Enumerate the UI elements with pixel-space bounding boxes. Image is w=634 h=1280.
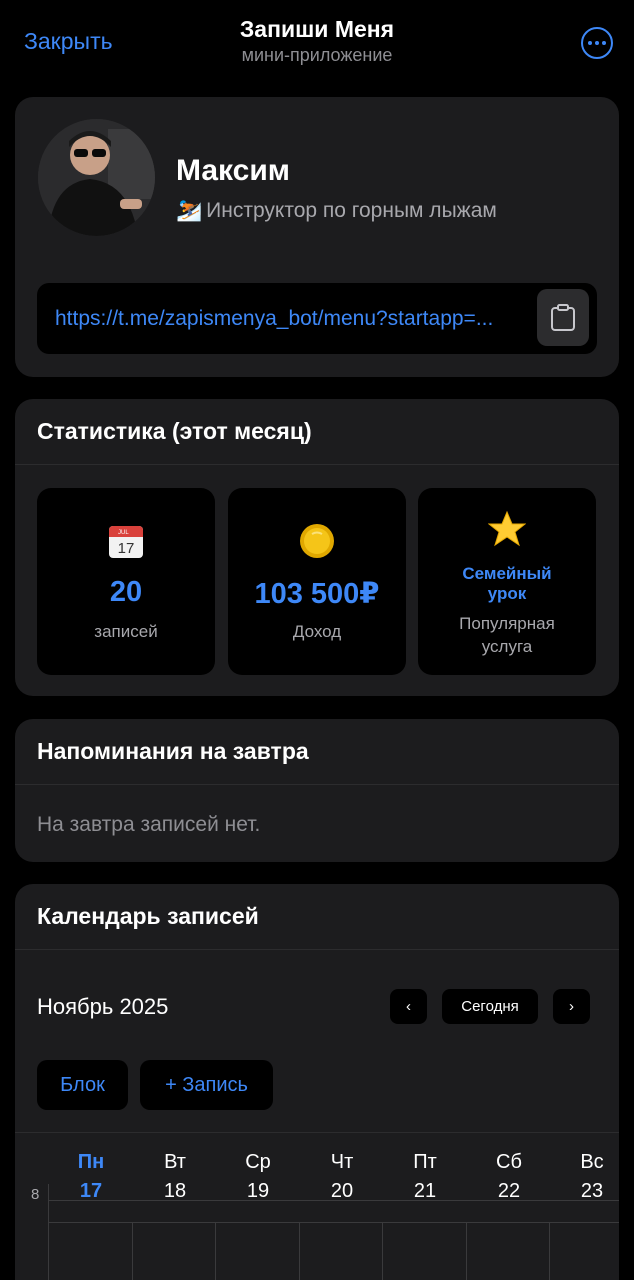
app-subtitle: мини-приложение [241, 45, 393, 65]
header-bar: Закрыть Запиши Меня мини-приложение [0, 0, 634, 86]
stats-card: Статистика (этот месяц) 17 JUL 20 записе… [15, 399, 619, 696]
calendar-card: Календарь записей Ноябрь 2025 ‹ Сегодня … [15, 884, 619, 1280]
day-column-mon[interactable]: Пн 17 [56, 1151, 126, 1203]
week-grid: Пн 17 Вт 18 Ср 19 Чт 20 Пт 21 Сб 22 Вс 2… [15, 1132, 619, 1280]
svg-text:JUL: JUL [118, 530, 129, 536]
stat-bookings: 17 JUL 20 записей [37, 488, 215, 675]
skier-icon: ⛷️ [176, 199, 203, 222]
day-column-thu[interactable]: Чт 20 [307, 1151, 377, 1203]
copy-link-button[interactable] [537, 289, 589, 346]
profile-role: ⛷️ Инструктор по горным лыжам [176, 199, 497, 223]
profile-name: Максим [176, 154, 290, 187]
grid-line [132, 1222, 133, 1280]
day-column-fri[interactable]: Пт 21 [390, 1151, 460, 1203]
copy-icon [551, 303, 575, 331]
day-name: Вс [580, 1151, 604, 1173]
day-name: Пт [413, 1151, 437, 1173]
day-column-sat[interactable]: Сб 22 [474, 1151, 544, 1203]
stat-income: 103 500₽ Доход [228, 488, 406, 675]
day-column-tue[interactable]: Вт 18 [140, 1151, 210, 1203]
stat-bookings-value: 20 [109, 576, 143, 608]
stat-popular-value: Семейный урок [462, 564, 552, 603]
coin-icon [228, 522, 406, 562]
grid-line [215, 1222, 216, 1280]
grid-line [48, 1222, 619, 1223]
day-column-wed[interactable]: Ср 19 [223, 1151, 293, 1203]
grid-line [549, 1222, 550, 1280]
day-column-sun[interactable]: Вс 23 [557, 1151, 619, 1203]
hour-label: 8 [31, 1186, 40, 1203]
day-name: Пн [77, 1151, 105, 1173]
grid-line [48, 1184, 49, 1280]
month-label: Ноябрь 2025 [37, 994, 169, 1019]
app-title: Запиши Меня [239, 16, 395, 42]
reminders-title: Напоминания на завтра [15, 719, 619, 785]
stats-title: Статистика (этот месяц) [15, 399, 619, 465]
stat-income-value: 103 500₽ [254, 578, 380, 610]
grid-line [466, 1222, 467, 1280]
title-block: Запиши Меня мини-приложение [0, 16, 634, 66]
more-options-button[interactable] [581, 27, 613, 59]
calendar-icon: 17 JUL [37, 522, 215, 562]
day-name: Вт [164, 1151, 186, 1173]
block-button[interactable]: Блок [37, 1060, 128, 1110]
stat-income-label: Доход [292, 622, 342, 641]
prev-week-button[interactable]: ‹ [390, 989, 427, 1024]
profile-role-text: Инструктор по горным лыжам [206, 199, 497, 222]
day-name: Чт [330, 1151, 354, 1173]
grid-line [382, 1222, 383, 1280]
stat-popular-service: Семейный урок Популярная услуга [418, 488, 596, 675]
reminders-card: Напоминания на завтра На завтра записей … [15, 719, 619, 862]
stat-popular-label: Популярная услуга [459, 614, 555, 656]
add-booking-button[interactable]: + Запись [140, 1060, 273, 1110]
day-name: Сб [496, 1151, 522, 1173]
avatar[interactable] [38, 119, 155, 236]
stat-bookings-label: записей [94, 622, 158, 641]
share-link-row: https://t.me/zapismenya_bot/menu?startap… [37, 283, 597, 354]
grid-line [48, 1200, 619, 1201]
calendar-title: Календарь записей [15, 884, 619, 950]
more-icon [588, 41, 592, 45]
profile-card: Максим ⛷️ Инструктор по горным лыжам htt… [15, 97, 619, 377]
reminders-empty-text: На завтра записей нет. [37, 813, 261, 836]
svg-text:17: 17 [118, 540, 135, 557]
share-link[interactable]: https://t.me/zapismenya_bot/menu?startap… [55, 307, 522, 331]
day-name: Ср [245, 1151, 271, 1173]
grid-line [299, 1222, 300, 1280]
today-button[interactable]: Сегодня [442, 989, 538, 1024]
star-icon [418, 510, 596, 550]
avatar-photo-icon [38, 119, 155, 236]
next-week-button[interactable]: › [553, 989, 590, 1024]
